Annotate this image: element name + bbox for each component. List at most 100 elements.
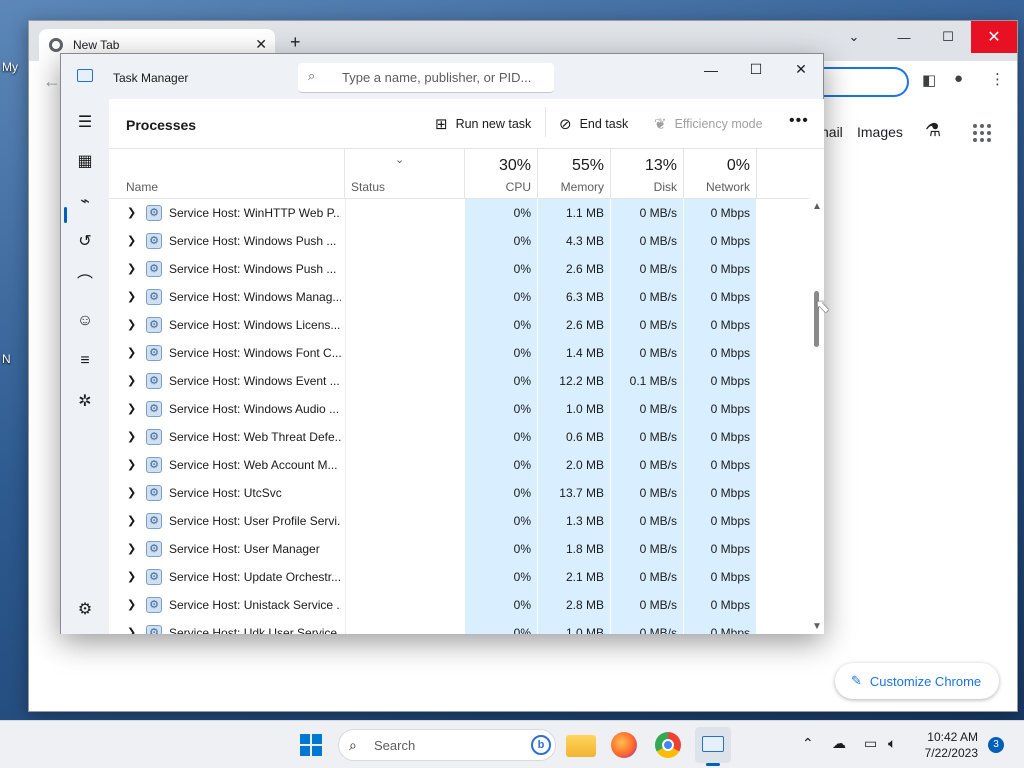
start-button[interactable]	[300, 734, 322, 756]
expand-chevron-icon[interactable]: ❯	[127, 311, 139, 339]
task-manager-taskbar-icon[interactable]	[695, 727, 731, 763]
expand-chevron-icon[interactable]: ❯	[127, 619, 139, 634]
expand-chevron-icon[interactable]: ❯	[127, 255, 139, 283]
process-network: 0 Mbps	[684, 255, 756, 283]
expand-chevron-icon[interactable]: ❯	[127, 199, 139, 227]
chrome-menu-icon[interactable]: ⋮	[990, 70, 1005, 88]
process-row[interactable]: ❯ ⚙ Service Host: Windows Font C... 0% 1…	[109, 339, 809, 367]
new-tab-button[interactable]: +	[290, 33, 301, 51]
customize-chrome-button[interactable]: ✎ Customize Chrome	[835, 663, 999, 699]
more-options-icon[interactable]: •••	[789, 112, 809, 130]
process-cpu: 0%	[465, 479, 537, 507]
process-memory: 13.7 MB	[538, 479, 610, 507]
run-new-task-button[interactable]: ⊞ Run new task	[435, 115, 531, 133]
process-row[interactable]: ❯ ⚙ Service Host: User Manager 0% 1.8 MB…	[109, 535, 809, 563]
labs-flask-icon[interactable]: ⚗	[925, 120, 941, 141]
expand-chevron-icon[interactable]: ❯	[127, 563, 139, 591]
file-explorer-icon[interactable]	[566, 735, 596, 757]
users-icon[interactable]: ☺	[75, 311, 95, 331]
process-memory: 1.1 MB	[538, 199, 610, 227]
chrome-minimize-button[interactable]: —	[881, 21, 927, 53]
startup-apps-icon[interactable]: ⌒	[75, 271, 95, 292]
expand-chevron-icon[interactable]: ❯	[127, 451, 139, 479]
expand-chevron-icon[interactable]: ❯	[127, 367, 139, 395]
taskbar-search-box[interactable]: ⌕ Search b	[338, 729, 556, 761]
clock-date[interactable]: 7/22/2023	[920, 746, 978, 760]
process-row[interactable]: ❯ ⚙ Service Host: Update Orchestr... 0% …	[109, 563, 809, 591]
scroll-down-arrow-icon[interactable]: ▼	[812, 621, 822, 632]
end-task-button[interactable]: ⊘ End task	[559, 115, 628, 133]
process-row[interactable]: ❯ ⚙ Service Host: Windows Push ... 0% 2.…	[109, 255, 809, 283]
maximize-button[interactable]: ☐	[733, 54, 779, 84]
minimize-button[interactable]: —	[688, 55, 734, 85]
process-row[interactable]: ❯ ⚙ Service Host: Windows Event ... 0% 1…	[109, 367, 809, 395]
expand-chevron-icon[interactable]: ❯	[127, 339, 139, 367]
hamburger-icon[interactable]: ☰	[75, 112, 95, 132]
bing-icon[interactable]: b	[531, 735, 551, 755]
run-new-task-label: Run new task	[455, 117, 532, 131]
process-search-input[interactable]: ⌕ Type a name, publisher, or PID...	[298, 63, 554, 93]
settings-icon[interactable]: ⚙	[75, 599, 95, 619]
profile-avatar-icon[interactable]: ●	[954, 70, 963, 87]
process-row[interactable]: ❯ ⚙ Service Host: Web Threat Defe... 0% …	[109, 423, 809, 451]
details-icon[interactable]: ≡	[75, 351, 95, 371]
vertical-scrollbar[interactable]: ▲ ▼	[809, 199, 824, 634]
expand-chevron-icon[interactable]: ❯	[127, 395, 139, 423]
efficiency-mode-button[interactable]: ❦ Efficiency mode	[654, 115, 763, 133]
firefox-icon[interactable]	[611, 732, 637, 758]
process-row[interactable]: ❯ ⚙ Service Host: Windows Manag... 0% 6.…	[109, 283, 809, 311]
google-apps-icon[interactable]	[973, 124, 991, 142]
customize-chrome-label: Customize Chrome	[869, 673, 982, 689]
back-arrow-icon[interactable]: ←	[43, 71, 61, 92]
disk-column-header[interactable]: 13% Disk	[611, 149, 684, 199]
performance-icon[interactable]: ⌁	[75, 191, 95, 211]
gmail-link[interactable]: nail	[821, 124, 843, 140]
expand-chevron-icon[interactable]: ❯	[127, 423, 139, 451]
side-panel-icon[interactable]: ◧	[922, 71, 936, 89]
process-row[interactable]: ❯ ⚙ Service Host: WinHTTP Web P... 0% 1.…	[109, 199, 809, 227]
disk-total-percent: 13%	[644, 157, 677, 174]
process-cpu: 0%	[465, 423, 537, 451]
images-link[interactable]: Images	[857, 124, 903, 140]
expand-chevron-icon[interactable]: ❯	[127, 283, 139, 311]
process-row[interactable]: ❯ ⚙ Service Host: UtcSvc 0% 13.7 MB 0 MB…	[109, 479, 809, 507]
process-row[interactable]: ❯ ⚙ Service Host: Windows Audio ... 0% 1…	[109, 395, 809, 423]
status-column-header[interactable]: ⌄ Status	[345, 149, 465, 199]
cpu-column-header[interactable]: 30% CPU	[465, 149, 538, 199]
end-task-icon: ⊘	[559, 116, 572, 133]
chrome-icon[interactable]	[655, 732, 681, 758]
desktop-icon-label[interactable]: N	[2, 352, 11, 366]
name-column-header[interactable]: Name	[109, 149, 345, 199]
process-network: 0 Mbps	[684, 199, 756, 227]
process-row[interactable]: ❯ ⚙ Service Host: User Profile Servi... …	[109, 507, 809, 535]
process-row[interactable]: ❯ ⚙ Service Host: Windows Push ... 0% 4.…	[109, 227, 809, 255]
show-hidden-icons-chevron-icon[interactable]: ⌃	[802, 735, 814, 752]
onedrive-cloud-icon[interactable]: ☁	[832, 735, 846, 752]
process-row[interactable]: ❯ ⚙ Service Host: Web Account M... 0% 2.…	[109, 451, 809, 479]
expand-chevron-icon[interactable]: ❯	[127, 591, 139, 619]
network-column-header[interactable]: 0% Network	[684, 149, 757, 199]
close-tab-icon[interactable]: ✕	[255, 36, 267, 53]
process-row[interactable]: ❯ ⚙ Service Host: Windows Licens... 0% 2…	[109, 311, 809, 339]
expand-chevron-icon[interactable]: ❯	[127, 535, 139, 563]
expand-chevron-icon[interactable]: ❯	[127, 507, 139, 535]
app-history-icon[interactable]: ↺	[75, 231, 95, 251]
volume-icon[interactable]: 🔈︎	[888, 735, 896, 752]
close-button[interactable]: ✕	[778, 54, 824, 84]
processes-icon[interactable]: ▦	[75, 151, 95, 171]
services-icon[interactable]: ✲	[75, 391, 95, 411]
expand-chevron-icon[interactable]: ❯	[127, 479, 139, 507]
process-row[interactable]: ❯ ⚙ Service Host: Udk User Service... 0%…	[109, 619, 809, 634]
clock-time[interactable]: 10:42 AM	[920, 730, 978, 744]
scroll-up-arrow-icon[interactable]: ▲	[812, 201, 822, 212]
memory-column-header[interactable]: 55% Memory	[538, 149, 611, 199]
chrome-maximize-button[interactable]: ☐	[925, 21, 971, 53]
tab-search-chevron-icon[interactable]: ⌄	[831, 21, 877, 53]
notification-badge[interactable]: 3	[988, 737, 1004, 753]
network-icon[interactable]: ▭	[864, 735, 877, 752]
expand-chevron-icon[interactable]: ❯	[127, 227, 139, 255]
chrome-close-button[interactable]: ✕	[971, 21, 1017, 53]
process-row[interactable]: ❯ ⚙ Service Host: Unistack Service ... 0…	[109, 591, 809, 619]
desktop-icon-label[interactable]: My	[2, 60, 18, 74]
process-disk: 0 MB/s	[611, 479, 683, 507]
